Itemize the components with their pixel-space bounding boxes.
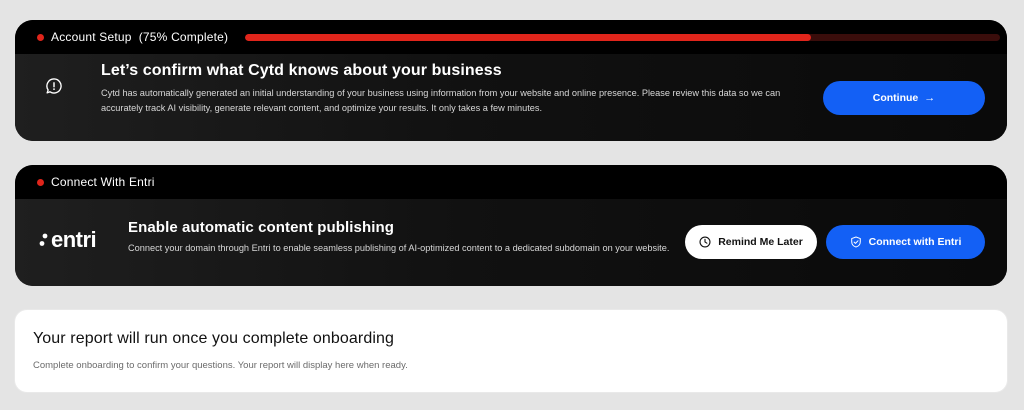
clock-icon <box>699 236 711 248</box>
connect-entri-text: Enable automatic content publishing Conn… <box>128 219 688 256</box>
entri-logo-text: entri <box>51 227 97 252</box>
connect-entri-header: Connect With Entri <box>15 165 1007 199</box>
page: Account Setup (75% Complete) Let’s confi… <box>0 0 1024 410</box>
report-description: Complete onboarding to confirm your ques… <box>33 360 408 371</box>
remind-me-later-button[interactable]: Remind Me Later <box>685 225 817 259</box>
account-setup-label: Account Setup (75% Complete) <box>51 30 229 44</box>
arrow-right-icon: → <box>924 92 936 104</box>
shield-check-icon <box>850 236 861 248</box>
setup-description: Cytd has automatically generated an init… <box>101 88 781 113</box>
status-dot <box>37 33 44 41</box>
entri-logo-mark <box>39 233 48 246</box>
alert-chat-icon <box>46 78 62 94</box>
account-setup-text: Let’s confirm what Cytd knows about your… <box>101 62 801 116</box>
status-dot <box>37 178 44 186</box>
connect-with-entri-label: Connect with Entri <box>868 236 962 248</box>
continue-button-label: Continue <box>872 92 919 104</box>
entri-title: Enable automatic content publishing <box>128 219 395 236</box>
connect-with-entri-button[interactable]: Connect with Entri <box>826 225 985 259</box>
setup-progress-bar <box>245 34 1000 41</box>
entri-logo: entri <box>39 227 97 253</box>
setup-title: Let’s confirm what Cytd knows about your… <box>101 62 502 79</box>
report-card: Your report will run once you complete o… <box>15 310 1007 392</box>
report-title: Your report will run once you complete o… <box>33 330 394 347</box>
entri-description: Connect your domain through Entri to ena… <box>128 243 670 253</box>
account-setup-header: Account Setup (75% Complete) <box>15 20 1007 54</box>
account-setup-card: Account Setup (75% Complete) Let’s confi… <box>15 20 1007 141</box>
connect-entri-card: Connect With Entri entri Enable automati… <box>15 165 1007 286</box>
connect-entri-label: Connect With Entri <box>51 175 155 189</box>
continue-button[interactable]: Continue → <box>823 81 985 115</box>
setup-progress-fill <box>245 34 812 41</box>
remind-me-later-label: Remind Me Later <box>718 236 803 248</box>
